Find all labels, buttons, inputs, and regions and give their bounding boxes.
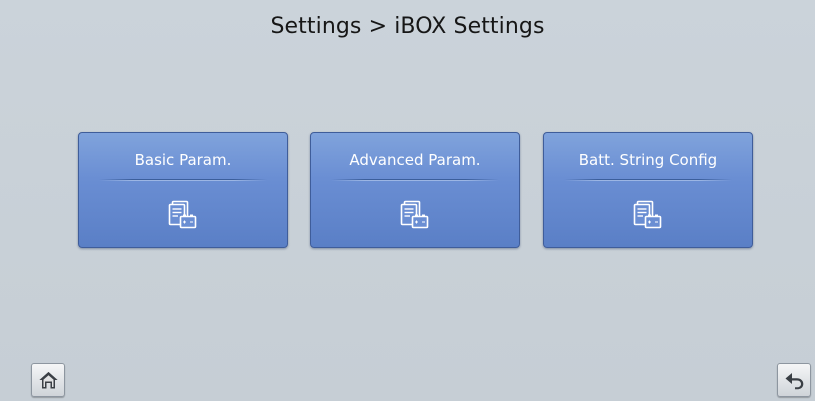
batt-string-config-label: Batt. String Config (578, 151, 718, 169)
tile-divider (564, 179, 732, 181)
page-title: Settings > iBOX Settings (270, 14, 545, 39)
settings-screen: Settings > iBOX Settings Basic Param. Ad… (0, 0, 815, 401)
home-button[interactable] (31, 363, 65, 397)
basic-param-button[interactable]: Basic Param. (78, 132, 288, 248)
back-arrow-icon (785, 373, 804, 390)
back-button[interactable] (777, 363, 811, 397)
tile-divider (331, 179, 499, 181)
parameter-document-battery-icon (168, 200, 197, 229)
advanced-param-label: Advanced Param. (349, 151, 481, 169)
advanced-param-button[interactable]: Advanced Param. (310, 132, 520, 248)
basic-param-label: Basic Param. (134, 151, 232, 169)
batt-string-config-button[interactable]: Batt. String Config (543, 132, 753, 248)
tile-divider (99, 179, 267, 181)
parameter-document-battery-icon (400, 200, 429, 229)
parameter-document-battery-icon (633, 200, 662, 229)
home-icon (39, 372, 58, 389)
